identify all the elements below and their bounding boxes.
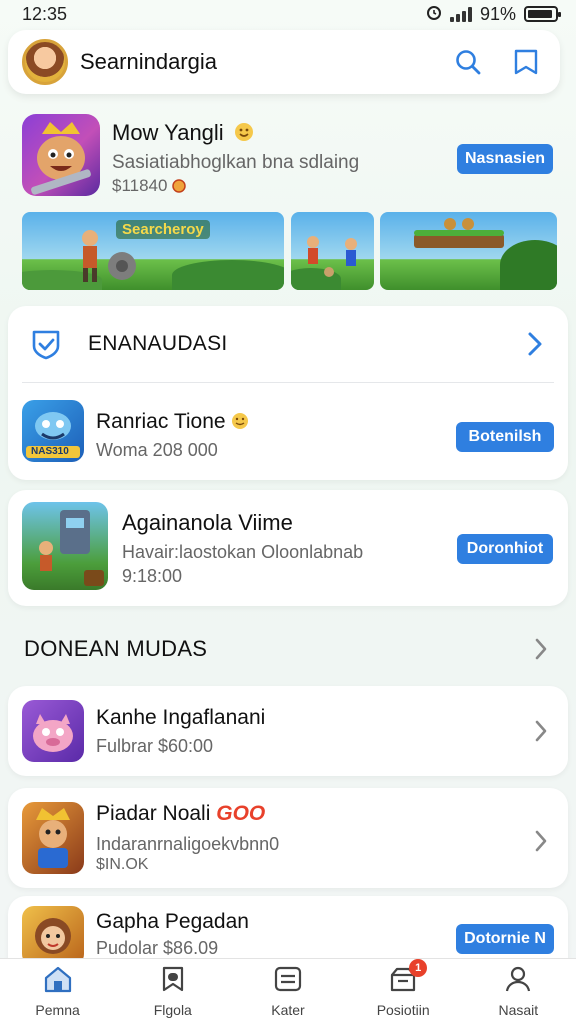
nav-label: Nasait bbox=[498, 1002, 539, 1018]
featured-app-price-text: $11840 bbox=[112, 176, 168, 195]
app-subtitle: Woma 208 000 bbox=[96, 440, 218, 460]
nav-label: Pemna bbox=[35, 1002, 80, 1018]
app-icon[interactable] bbox=[22, 502, 108, 590]
featured-screenshot-1[interactable]: Searcheroy bbox=[22, 212, 284, 290]
app-card-2[interactable]: Againanola Viime Havair:laostokan Oloonl… bbox=[8, 490, 568, 606]
list-icon bbox=[273, 965, 303, 998]
app-price: 9:18:00 bbox=[122, 566, 183, 586]
chevron-right-icon[interactable] bbox=[530, 716, 552, 746]
list-item[interactable]: Gapha Pegadan Pudolar $86.09 Dotornie N bbox=[8, 896, 568, 966]
chevron-right-icon[interactable] bbox=[530, 826, 552, 856]
emoji-icon bbox=[231, 410, 249, 433]
emoji-icon bbox=[230, 120, 254, 145]
app-price: $IN.OK bbox=[96, 856, 149, 873]
chevron-right-icon[interactable] bbox=[524, 329, 546, 359]
app-icon[interactable] bbox=[22, 802, 84, 874]
nav-item-profile[interactable]: Nasait bbox=[468, 965, 568, 1018]
list-item[interactable]: NAS310 Ranriac Tione Woma 208 000 Boteni… bbox=[8, 392, 568, 472]
battery-icon bbox=[524, 6, 561, 22]
app-subtitle: Indaranrnaligoekvbnn0 bbox=[96, 834, 280, 854]
featured-banner-text: Searcheroy bbox=[116, 220, 210, 239]
section-title-2: DONEAN MUDAS bbox=[24, 636, 208, 661]
app-icon[interactable]: NAS310 bbox=[22, 400, 84, 462]
featured-screenshot-2[interactable] bbox=[291, 212, 374, 290]
app-header: Searnindargia bbox=[8, 30, 560, 94]
nav-label: Kater bbox=[271, 1002, 305, 1018]
status-time: 12:35 bbox=[22, 3, 68, 24]
app-title: Ranriac Tione bbox=[96, 410, 249, 434]
nav-item-home[interactable]: Pemna bbox=[8, 965, 108, 1018]
alarm-icon bbox=[426, 4, 442, 25]
home-icon bbox=[43, 965, 73, 998]
section-header-1[interactable]: ENANAUDASI bbox=[8, 306, 568, 382]
nav-item-bookmark[interactable]: Flgola bbox=[123, 965, 223, 1018]
app-subtitle: Fulbrar $60:00 bbox=[96, 736, 214, 756]
signal-icon bbox=[449, 6, 472, 22]
bottom-nav: Pemna Flgola Kater 1 Posiotiin Nasait bbox=[0, 958, 576, 1024]
app-subtitle: Pudolar $86.09 bbox=[96, 938, 219, 958]
featured-app-price: $11840 bbox=[112, 176, 186, 196]
avatar[interactable] bbox=[22, 39, 68, 85]
featured-app: Mow Yangli Sasiatiabhoglkan bna sdlaing … bbox=[8, 108, 560, 298]
section-card-1: ENANAUDASI NAS310 Ranriac Tione Woma 208… bbox=[8, 306, 568, 480]
status-bar: 12:35 91% bbox=[0, 0, 576, 28]
notification-badge: 1 bbox=[409, 959, 428, 977]
install-button[interactable]: Dotornie N bbox=[456, 924, 554, 954]
featured-app-subtitle: Sasiatiabhoglkan bna sdlaing bbox=[112, 152, 360, 173]
bookmark-icon bbox=[159, 965, 187, 998]
coin-icon bbox=[172, 176, 186, 195]
app-title: Piadar Noali GOO bbox=[96, 802, 265, 826]
app-title: Kanhe Ingaflanani bbox=[96, 706, 266, 729]
app-icon-text: NAS310 bbox=[31, 446, 69, 457]
install-button[interactable]: Doronhiot bbox=[457, 534, 553, 564]
app-title-text: Piadar Noali bbox=[96, 802, 211, 825]
app-icon[interactable] bbox=[22, 700, 84, 762]
featured-app-title-text: Mow Yangli bbox=[112, 120, 224, 145]
page-title: Searnindargia bbox=[80, 49, 217, 74]
chevron-right-icon[interactable] bbox=[530, 634, 552, 664]
list-item[interactable]: Piadar Noali GOO Indaranrnaligoekvbnn0 $… bbox=[8, 788, 568, 888]
app-subtitle: Havair:laostokan Oloonlabnab bbox=[122, 542, 364, 562]
nav-item-inbox[interactable]: 1 Posiotiin bbox=[353, 959, 453, 1018]
shield-check-icon bbox=[30, 328, 62, 365]
nav-item-list[interactable]: Kater bbox=[238, 965, 338, 1018]
app-title: Gapha Pegadan bbox=[96, 910, 249, 933]
app-title-text: Ranriac Tione bbox=[96, 410, 226, 433]
status-icons: 91% bbox=[426, 3, 561, 25]
featured-install-button[interactable]: Nasnasien bbox=[457, 144, 553, 174]
profile-icon bbox=[504, 965, 532, 998]
nav-label: Posiotiin bbox=[376, 1002, 430, 1018]
battery-percent: 91% bbox=[479, 3, 516, 24]
app-icon[interactable] bbox=[22, 906, 84, 966]
title-badge: GOO bbox=[216, 802, 266, 825]
search-icon[interactable] bbox=[448, 42, 488, 82]
featured-app-icon[interactable] bbox=[22, 114, 100, 196]
divider bbox=[22, 382, 554, 383]
nav-label: Flgola bbox=[153, 1002, 192, 1018]
section-title-1: ENANAUDASI bbox=[88, 332, 228, 355]
featured-app-title: Mow Yangli bbox=[112, 120, 254, 146]
list-item[interactable]: Kanhe Ingaflanani Fulbrar $60:00 bbox=[8, 686, 568, 776]
bookmark-icon[interactable] bbox=[506, 42, 546, 82]
featured-screenshot-3[interactable] bbox=[380, 212, 557, 290]
install-button[interactable]: Botenilsh bbox=[456, 422, 554, 452]
app-title: Againanola Viime bbox=[122, 510, 293, 535]
